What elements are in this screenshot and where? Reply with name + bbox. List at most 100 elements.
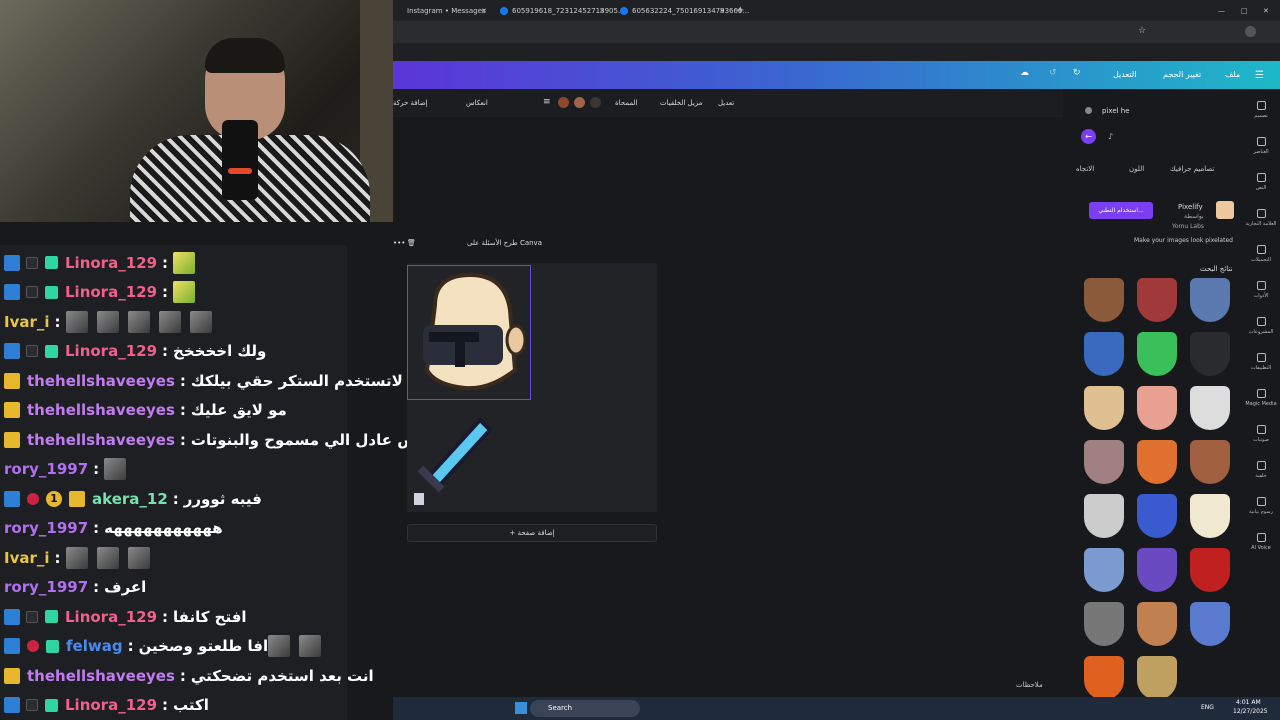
rail-item[interactable]: التطبيقات — [1242, 353, 1280, 371]
keyboard-language[interactable]: ENG — [1201, 704, 1214, 711]
result-graphic[interactable] — [1190, 440, 1230, 484]
pixel-sword-image[interactable] — [410, 415, 495, 510]
bg-remover-button[interactable]: مزيل الخلفيات — [660, 99, 702, 107]
rail-item[interactable]: صوتيات — [1242, 425, 1280, 443]
gray-badge-icon — [26, 345, 38, 357]
rail-label: AI Voice — [1251, 545, 1271, 551]
rail-item[interactable]: AI Voice — [1242, 533, 1280, 551]
filter-orientation[interactable]: الاتجاه — [1076, 165, 1094, 173]
filter-graphics[interactable]: تصاميم جرافيك — [1170, 165, 1214, 173]
result-graphic[interactable] — [1084, 440, 1124, 484]
back-arrow-icon[interactable]: ← — [1081, 129, 1096, 144]
taskbar-search[interactable]: Search — [530, 700, 640, 717]
tab-image-1[interactable]: 605919618_72312452713905… ✕ — [498, 2, 625, 20]
clear-search-icon[interactable] — [1085, 107, 1092, 114]
result-graphic[interactable] — [1137, 386, 1177, 430]
result-graphic[interactable] — [1084, 278, 1124, 322]
result-graphic[interactable] — [1084, 548, 1124, 592]
chat-message: Ivar_i: — [0, 543, 347, 572]
rail-item[interactable]: الأدوات — [1242, 281, 1280, 299]
result-graphic[interactable] — [1084, 656, 1124, 700]
use-app-button[interactable]: استخدام التطبي... — [1089, 202, 1153, 219]
chat-message: Linora_129: اكتب — [0, 691, 347, 720]
chat-separator: : — [162, 253, 169, 272]
rail-icon — [1256, 533, 1266, 542]
flip-button[interactable]: انعكاس — [466, 99, 488, 107]
result-graphic[interactable] — [1084, 332, 1124, 376]
close-icon[interactable]: ✕ — [719, 2, 725, 20]
bookmark-star-icon[interactable]: ☆ — [1138, 26, 1146, 36]
more-icon[interactable]: ••• — [393, 239, 405, 247]
menu-icon[interactable]: ☰ — [1255, 70, 1264, 81]
ask-canva-button[interactable]: طرح الأسئلة على Canva — [467, 239, 542, 247]
resize-button[interactable]: تغيير الحجم — [1163, 70, 1201, 79]
redo-icon[interactable]: ↻ — [1073, 68, 1081, 78]
close-window-icon[interactable]: ✕ — [1263, 2, 1273, 20]
result-graphic[interactable] — [1084, 602, 1124, 646]
result-graphic[interactable] — [1137, 494, 1177, 538]
address-bar[interactable]: ☆ — [393, 21, 1280, 43]
rail-item[interactable]: Magic Media — [1242, 389, 1280, 407]
rail-item[interactable]: تصميم — [1242, 101, 1280, 119]
close-icon[interactable]: ✕ — [481, 2, 487, 20]
rail-item[interactable]: رسوم بيانية — [1242, 497, 1280, 515]
color-swatch-2[interactable] — [574, 97, 585, 108]
tab-instagram[interactable]: Instagram • Messages ✕ — [393, 2, 493, 20]
chat-emote-icon — [96, 310, 119, 333]
result-graphic[interactable] — [1137, 548, 1177, 592]
result-graphic[interactable] — [1137, 602, 1177, 646]
rail-item[interactable]: العلامة التجارية — [1242, 209, 1280, 227]
edit-mode-button[interactable]: التعديل — [1113, 70, 1136, 79]
mic-icon[interactable]: ♪ — [1108, 132, 1113, 141]
rail-item[interactable]: العناصر — [1242, 137, 1280, 155]
search-input[interactable]: pixel he — [1102, 107, 1130, 115]
blue-badge-icon — [4, 254, 20, 271]
rail-item[interactable]: النص — [1242, 173, 1280, 191]
result-graphic[interactable] — [1137, 440, 1177, 484]
edit-image-button[interactable]: تعديل — [718, 99, 734, 107]
result-graphic[interactable] — [1190, 494, 1230, 538]
file-menu[interactable]: ملف — [1225, 70, 1240, 79]
minimize-icon[interactable]: — — [1218, 2, 1228, 20]
notes-button[interactable]: ملاحظات — [1016, 681, 1043, 689]
rail-label: النص — [1255, 185, 1267, 191]
result-graphic[interactable] — [1137, 332, 1177, 376]
color-swatch-3[interactable] — [590, 97, 601, 108]
result-graphic[interactable] — [1137, 278, 1177, 322]
delete-icon[interactable]: 🗑 — [407, 239, 416, 247]
green-badge-icon — [45, 344, 58, 358]
result-graphic[interactable] — [1190, 386, 1230, 430]
eraser-button[interactable]: الممحاة — [615, 99, 638, 107]
result-graphic[interactable] — [1084, 494, 1124, 538]
filter-color[interactable]: اللون — [1129, 165, 1144, 173]
lines-icon[interactable]: ≡ — [543, 97, 551, 107]
new-tab-button[interactable]: + — [736, 2, 748, 20]
rail-label: التطبيقات — [1250, 365, 1272, 371]
windows-start-icon[interactable] — [515, 702, 527, 714]
undo-icon[interactable]: ↺ — [1049, 68, 1057, 78]
chat-message: Linora_129: — [0, 248, 347, 277]
result-graphic[interactable] — [1190, 278, 1230, 322]
chat-emote-icon — [96, 546, 119, 569]
maximize-icon[interactable]: □ — [1241, 2, 1251, 20]
add-motion-button[interactable]: إضافة حركة — [393, 99, 428, 107]
chat-username: rory_1997 — [4, 578, 89, 596]
pixel-helmet-image[interactable] — [415, 270, 525, 395]
close-icon[interactable]: ✕ — [599, 2, 605, 20]
profile-avatar[interactable] — [1245, 26, 1256, 37]
result-graphic[interactable] — [1190, 602, 1230, 646]
result-graphic[interactable] — [1190, 548, 1230, 592]
color-swatch-1[interactable] — [558, 97, 569, 108]
result-graphic[interactable] — [1137, 656, 1177, 700]
clock-date[interactable]: 12/27/2025 — [1233, 708, 1268, 715]
result-graphic[interactable] — [1190, 332, 1230, 376]
chat-emote-icon — [104, 458, 127, 480]
rail-item[interactable]: المشروعات — [1242, 317, 1280, 335]
result-graphic[interactable] — [1084, 386, 1124, 430]
clock-time[interactable]: 4:01 AM — [1236, 699, 1261, 706]
windows-taskbar: ENG 4:01 AM 12/27/2025 — [393, 697, 1280, 720]
rail-item[interactable]: التحميلات — [1242, 245, 1280, 263]
rail-item[interactable]: خلفية — [1242, 461, 1280, 479]
add-page-button[interactable]: + إضافة صفحة — [407, 524, 657, 542]
tab-image-2[interactable]: 605632224_750169134793660… ✕ — [618, 2, 749, 20]
